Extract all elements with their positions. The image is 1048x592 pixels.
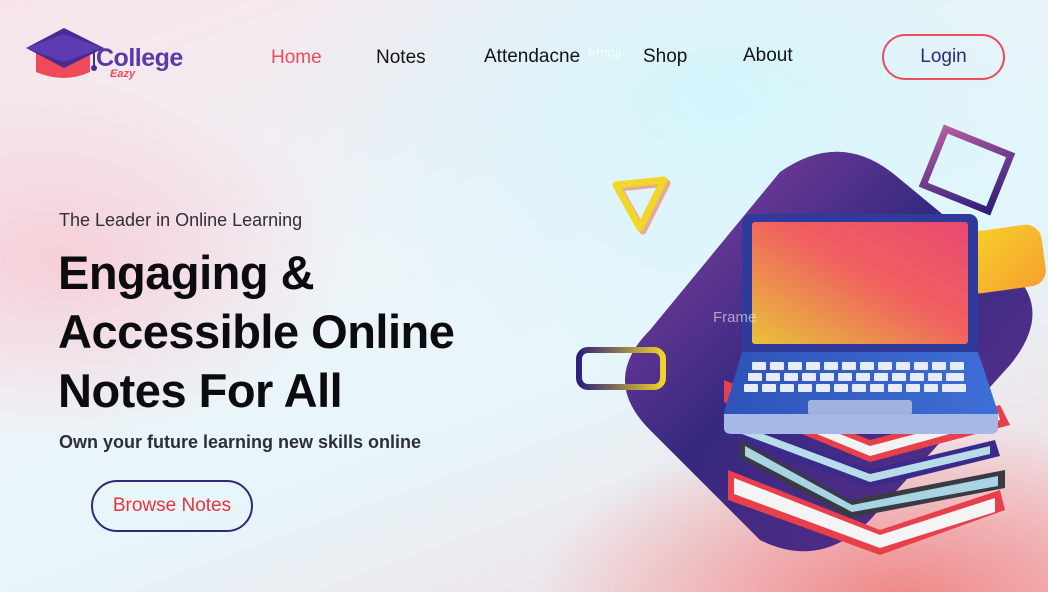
frame-label: Frame [713, 309, 757, 326]
brand-logo[interactable]: College Eazy [24, 26, 194, 84]
login-button[interactable]: Login [882, 34, 1005, 80]
graduation-cap-icon [26, 28, 104, 78]
nav-attendance-link[interactable]: Attendacne [484, 46, 580, 68]
hero-headline: Engaging & Accessible Online Notes For A… [58, 243, 578, 420]
hero-illustration [576, 124, 1046, 555]
nav-ghost-label: emoji [588, 44, 622, 60]
hero-headline-line-1: Engaging & [58, 246, 315, 299]
browse-notes-button[interactable]: Browse Notes [91, 480, 253, 532]
hero-headline-line-2: Accessible Online [58, 305, 455, 358]
nav-about-link[interactable]: About [743, 45, 793, 67]
triangle-shape-icon [612, 176, 671, 235]
nav-home-link[interactable]: Home [271, 47, 322, 69]
nav-notes-link[interactable]: Notes [376, 47, 426, 69]
laptop-icon [723, 214, 998, 434]
nav-shop-link[interactable]: Shop [643, 46, 687, 68]
brand-tagline: Eazy [110, 68, 136, 80]
hero-subline: Own your future learning new skills onli… [59, 432, 422, 452]
hero-eyebrow: The Leader in Online Learning [59, 210, 303, 230]
hero-headline-line-3: Notes For All [58, 364, 343, 417]
square-outline-icon [918, 124, 1016, 216]
